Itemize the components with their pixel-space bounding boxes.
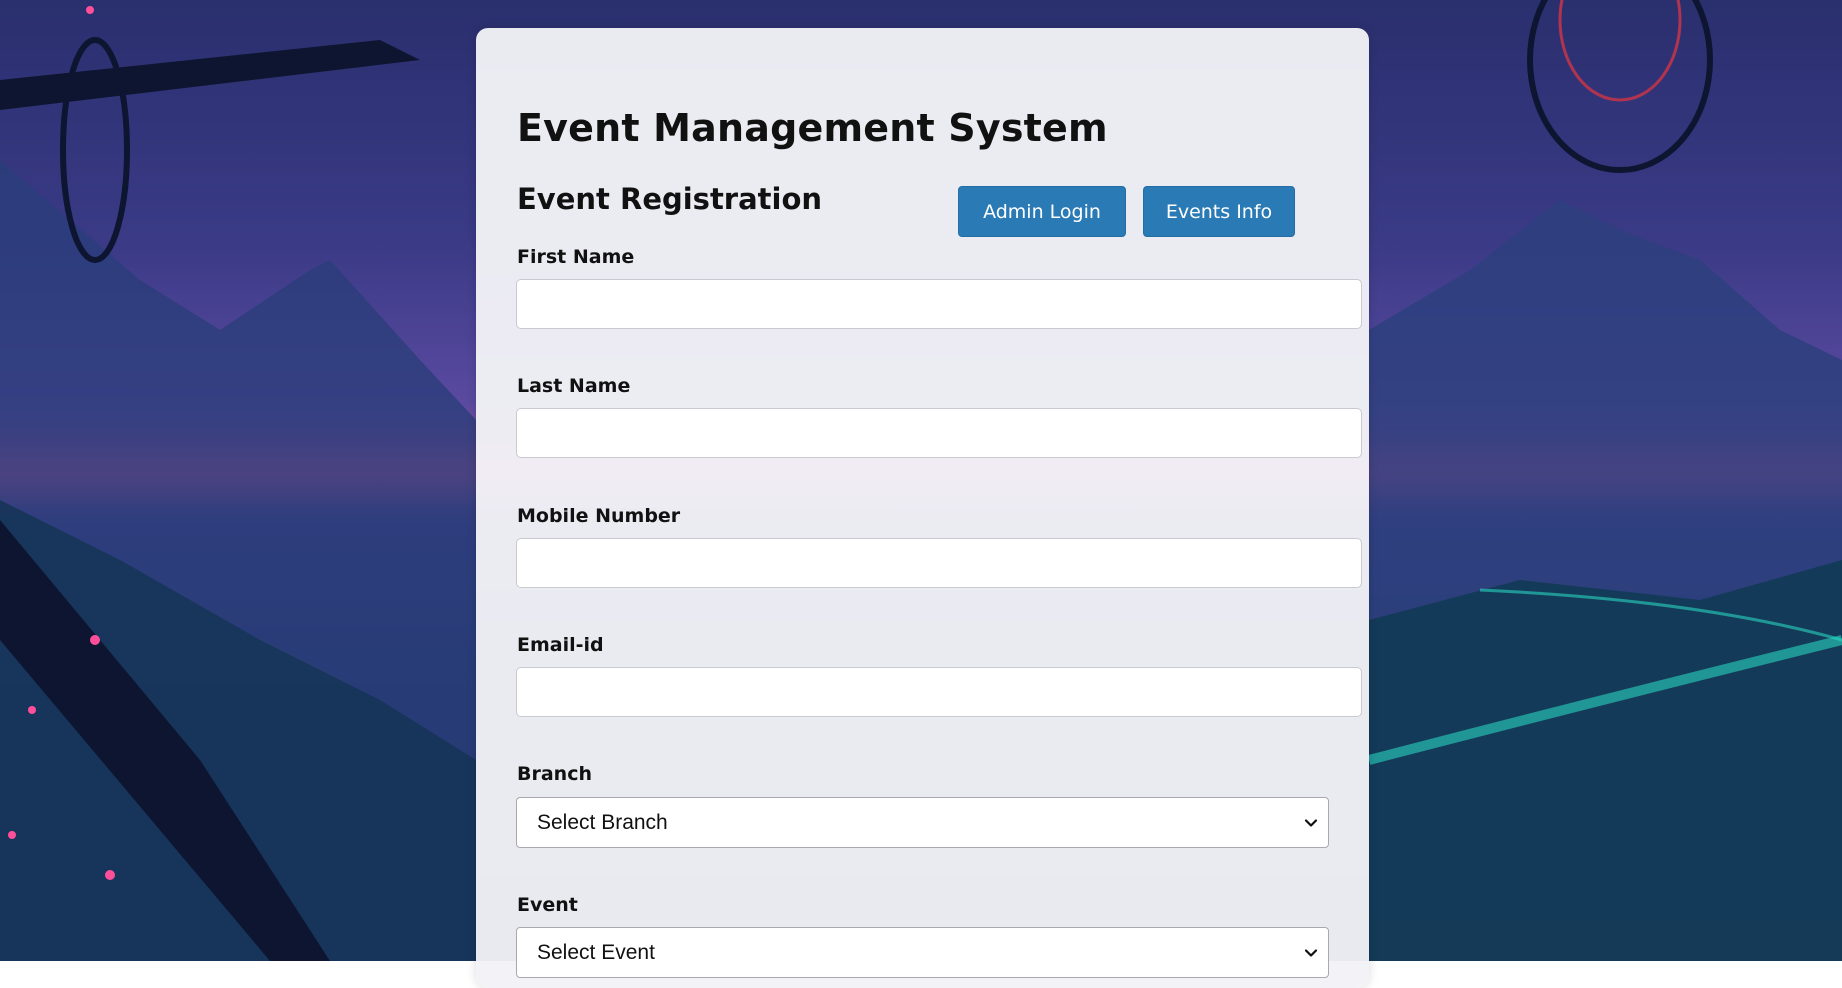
first-name-label: First Name [517, 246, 635, 268]
branch-select-value: Select Branch [537, 810, 668, 834]
section-title: Event Registration [517, 182, 823, 216]
app-title: Event Management System [517, 106, 1108, 150]
last-name-label: Last Name [517, 375, 631, 397]
branch-label: Branch [517, 763, 592, 785]
last-name-input[interactable] [516, 408, 1362, 458]
event-select[interactable]: Select Event [516, 927, 1329, 978]
admin-login-button[interactable]: Admin Login [958, 186, 1126, 237]
email-label: Email-id [517, 634, 604, 656]
mobile-number-input[interactable] [516, 538, 1362, 588]
event-label: Event [517, 894, 578, 916]
email-input[interactable] [516, 667, 1362, 717]
mobile-number-label: Mobile Number [517, 505, 681, 527]
chevron-down-icon [1304, 948, 1318, 957]
branch-select[interactable]: Select Branch [516, 797, 1329, 848]
first-name-input[interactable] [516, 279, 1362, 329]
chevron-down-icon [1304, 818, 1318, 827]
events-info-button[interactable]: Events Info [1143, 186, 1295, 237]
registration-card: Event Management System Event Registrati… [476, 28, 1369, 988]
